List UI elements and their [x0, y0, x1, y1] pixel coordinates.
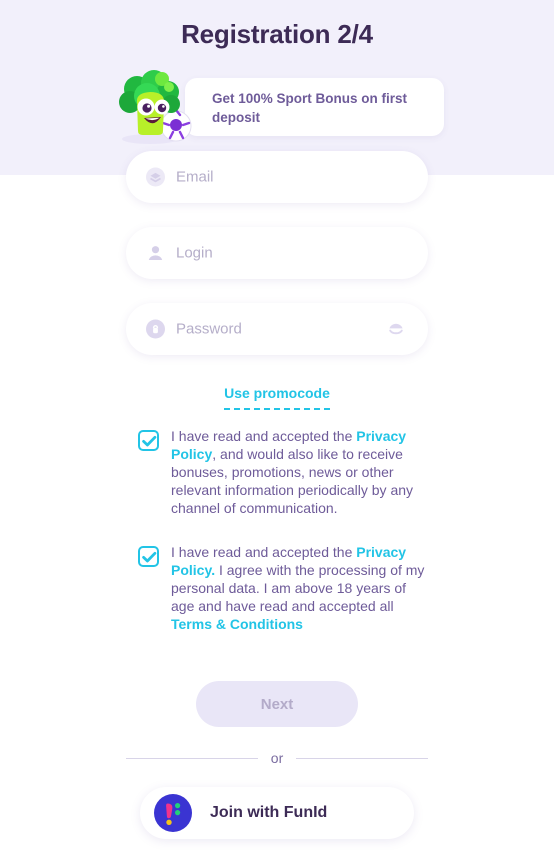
consent-row-terms: I have read and accepted the Privacy Pol…	[138, 543, 428, 633]
or-label: or	[270, 750, 284, 766]
password-visibility-toggle-icon[interactable]	[386, 319, 406, 339]
consent-pre-1: I have read and accepted the	[171, 428, 357, 444]
user-icon	[146, 244, 165, 263]
consent-row-marketing: I have read and accepted the Privacy Pol…	[138, 427, 428, 517]
bonus-banner: Get 100% Sport Bonus on first deposit	[110, 70, 444, 144]
login-field[interactable]: Login	[126, 227, 428, 279]
or-divider: or	[126, 748, 429, 768]
divider-line-left	[126, 757, 258, 759]
consent-text-terms: I have read and accepted the Privacy Pol…	[171, 543, 428, 633]
terms-conditions-link[interactable]: Terms & Conditions	[171, 616, 303, 632]
consent-checkbox-marketing[interactable]	[138, 430, 159, 451]
divider-line-right	[296, 757, 429, 759]
envelope-icon	[146, 167, 165, 187]
promocode-container: Use promocode	[0, 385, 554, 410]
bonus-card: Get 100% Sport Bonus on first deposit	[185, 78, 444, 136]
next-button[interactable]: Next	[196, 681, 358, 727]
consent-checkbox-terms[interactable]	[138, 546, 159, 567]
password-field[interactable]: Password	[126, 303, 428, 355]
password-placeholder: Password	[176, 320, 242, 338]
funid-label: Join with FunId	[210, 804, 328, 821]
join-with-funid-button[interactable]: Join with FunId	[140, 787, 414, 839]
consent-pre-2: I have read and accepted the	[171, 544, 357, 560]
page-title: Registration 2/4	[181, 19, 373, 49]
email-placeholder: Email	[176, 168, 214, 186]
check-icon	[142, 551, 157, 563]
email-field[interactable]: Email	[126, 151, 428, 203]
lock-icon	[146, 319, 165, 339]
bonus-text: Get 100% Sport Bonus on first deposit	[212, 91, 408, 125]
login-placeholder: Login	[176, 244, 213, 262]
broccoli-mascot-icon	[110, 69, 198, 145]
use-promocode-link[interactable]: Use promocode	[224, 385, 330, 410]
consent-text-marketing: I have read and accepted the Privacy Pol…	[171, 427, 428, 517]
check-icon	[142, 435, 157, 447]
funid-logo-icon	[154, 794, 192, 832]
